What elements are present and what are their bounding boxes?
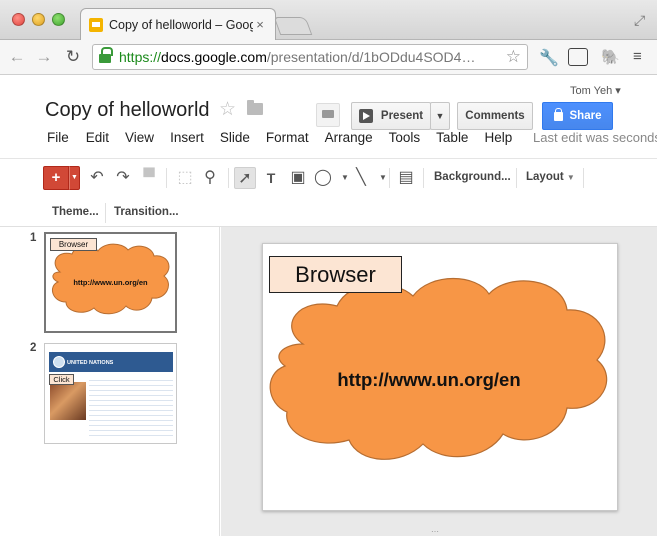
slides-favicon-icon xyxy=(89,17,103,32)
menu-bar: File Edit View Insert Slide Format Arran… xyxy=(47,130,512,148)
zoom-window-icon[interactable] xyxy=(52,13,65,26)
shape-icon[interactable]: ◯ xyxy=(312,167,334,189)
thumbnail-header-text: UNITED NATIONS xyxy=(67,360,114,366)
forward-arrow-icon[interactable]: → xyxy=(33,46,55,68)
select-cursor-icon[interactable]: ➚ xyxy=(234,167,256,189)
layout-button[interactable]: Layout ▼ xyxy=(526,171,575,183)
reload-icon[interactable]: ↻ xyxy=(62,46,84,68)
speaker-notes-icon[interactable]: ▤ xyxy=(395,167,417,189)
toolbar-divider xyxy=(389,168,390,188)
menu-tools[interactable]: Tools xyxy=(389,130,421,148)
thumbnail-webpage-body xyxy=(89,376,173,438)
menu-slide[interactable]: Slide xyxy=(220,130,250,148)
slide-thumbnail-2[interactable]: UNITED NATIONS Click xyxy=(44,343,177,444)
wrench-extension-icon[interactable]: 🔧 xyxy=(539,48,559,68)
menu-view[interactable]: View xyxy=(125,130,154,148)
url-host: docs.google.com xyxy=(161,49,267,65)
user-account-menu[interactable]: Tom Yeh ▾ xyxy=(570,84,621,97)
lock-icon xyxy=(553,107,563,121)
secure-lock-icon xyxy=(99,47,113,63)
menu-edit[interactable]: Edit xyxy=(86,130,109,148)
chat-icon[interactable] xyxy=(316,103,340,127)
menu-format[interactable]: Format xyxy=(266,130,309,148)
line-icon[interactable]: ╲ xyxy=(350,167,372,189)
present-dropdown-button[interactable]: ▼ xyxy=(430,102,450,130)
toolbar-divider xyxy=(166,168,167,188)
document-title[interactable]: Copy of helloworld xyxy=(45,99,210,122)
undo-icon[interactable]: ↶ xyxy=(86,167,108,189)
resize-grip-icon[interactable]: ⋯ xyxy=(431,527,439,536)
url-path: /presentation/d/1bODdu4SOD4… xyxy=(266,49,476,65)
chevron-down-icon: ▼ xyxy=(566,173,575,182)
minimize-window-icon[interactable] xyxy=(32,13,45,26)
editor-toolbar: + ▼ ↶ ↷ ▀ ⬚ ⚲ ➚ T ▣ ◯ ▼ ╲ ▼ ▤ Background… xyxy=(0,158,657,227)
menu-help[interactable]: Help xyxy=(484,130,512,148)
toolbar-divider xyxy=(105,203,106,223)
slide-number: 2 xyxy=(30,342,37,354)
thumbnail-url-text: http://www.un.org/en xyxy=(73,278,148,287)
slide-thumbnail-1[interactable]: Browser http://www.un.org/en xyxy=(44,232,177,333)
back-arrow-icon[interactable]: ← xyxy=(6,46,28,68)
slide-number: 1 xyxy=(30,232,37,244)
menu-insert[interactable]: Insert xyxy=(170,130,204,148)
toolbar-divider xyxy=(228,168,229,188)
window-titlebar: Copy of helloworld – Goog × ⤢ xyxy=(0,0,657,40)
toolbar-divider xyxy=(423,168,424,188)
thumbnail-click-label: Click xyxy=(49,374,74,385)
paint-format-icon[interactable]: ▀ xyxy=(138,167,160,189)
fullscreen-icon[interactable]: ⤢ xyxy=(634,12,645,29)
menu-file[interactable]: File xyxy=(47,130,69,148)
browser-tab[interactable]: Copy of helloworld – Goog × xyxy=(80,8,276,40)
present-button[interactable]: Present xyxy=(351,102,431,130)
image-icon[interactable]: ▣ xyxy=(287,167,309,189)
share-label: Share xyxy=(569,110,602,122)
layout-label: Layout xyxy=(526,171,564,183)
background-button[interactable]: Background... xyxy=(434,171,511,183)
chevron-down-icon: ▼ xyxy=(435,111,445,121)
extension-box-icon[interactable] xyxy=(568,48,588,66)
transition-button[interactable]: Transition... xyxy=(114,206,179,218)
evernote-elephant-icon[interactable]: 🐘 xyxy=(601,48,620,66)
slide-filmstrip: 1 Browser http://www.un.org/en 2 UNITED … xyxy=(0,227,220,536)
browser-toolbar: ← → ↻ https:// docs.google.com /presenta… xyxy=(0,40,657,75)
tab-title: Copy of helloworld – Goog xyxy=(109,17,253,32)
tab-close-icon[interactable]: × xyxy=(253,17,267,32)
star-document-icon[interactable]: ☆ xyxy=(219,98,236,121)
bookmark-star-icon[interactable]: ☆ xyxy=(506,47,521,67)
comments-button[interactable]: Comments xyxy=(457,102,533,130)
new-tab-button[interactable] xyxy=(273,17,313,35)
slide-label-box[interactable]: Browser xyxy=(269,256,402,293)
play-icon xyxy=(358,109,373,123)
thumbnail-label-box: Browser xyxy=(50,238,97,251)
current-slide[interactable]: Browser http://www.un.org/en xyxy=(262,243,618,511)
menu-arrange[interactable]: Arrange xyxy=(325,130,373,148)
un-logo-icon xyxy=(53,356,65,368)
address-bar[interactable]: https:// docs.google.com /presentation/d… xyxy=(92,44,528,70)
slide-canvas: Browser http://www.un.org/en xyxy=(221,227,657,536)
text-box-icon[interactable]: T xyxy=(260,167,282,189)
toolbar-divider xyxy=(583,168,584,188)
fit-zoom-icon[interactable]: ⬚ xyxy=(174,167,196,189)
close-window-icon[interactable] xyxy=(12,13,25,26)
new-slide-button[interactable]: + xyxy=(43,166,69,190)
present-label: Present xyxy=(380,110,424,122)
chrome-menu-icon[interactable]: ≡ xyxy=(633,48,642,65)
new-slide-dropdown[interactable]: ▼ xyxy=(69,166,80,190)
toolbar-divider xyxy=(516,168,517,188)
slide-url-text[interactable]: http://www.un.org/en xyxy=(263,369,595,391)
redo-icon[interactable]: ↷ xyxy=(112,167,134,189)
theme-button[interactable]: Theme... xyxy=(52,206,99,218)
zoom-icon[interactable]: ⚲ xyxy=(199,167,221,189)
line-dropdown-icon[interactable]: ▼ xyxy=(372,167,394,189)
folder-icon[interactable] xyxy=(247,100,263,115)
menu-table[interactable]: Table xyxy=(436,130,468,148)
url-scheme: https:// xyxy=(119,49,162,65)
thumbnail-photo xyxy=(50,382,86,420)
share-button[interactable]: Share xyxy=(542,102,613,130)
last-edit-status[interactable]: Last edit was seconds ago xyxy=(533,130,657,145)
